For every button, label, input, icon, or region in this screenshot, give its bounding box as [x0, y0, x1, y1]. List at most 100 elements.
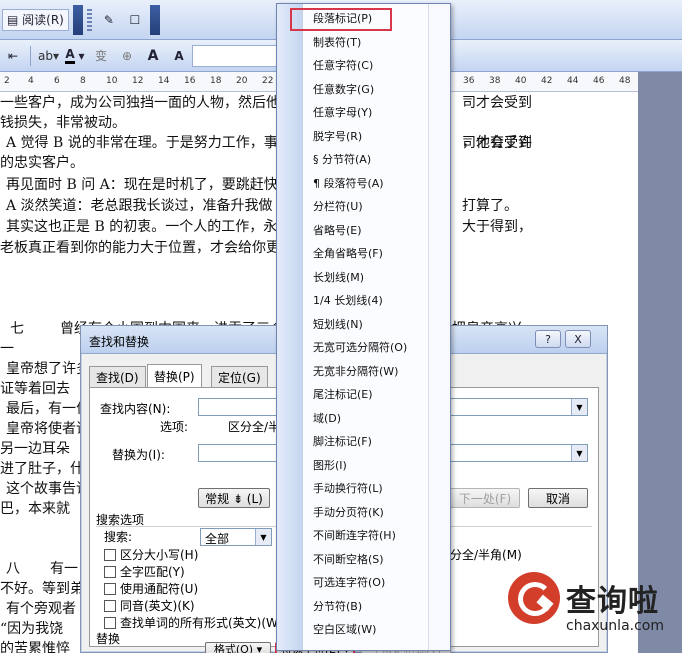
- menu-item[interactable]: § 分节符(A): [313, 150, 371, 170]
- menu-item[interactable]: 图形(I): [313, 456, 347, 476]
- doc-line: 这个故事告诉: [6, 481, 90, 497]
- ruler-tick: 22: [262, 76, 274, 86]
- phonetic-guide-button[interactable]: 变: [90, 45, 112, 67]
- ruler-tick: 40: [515, 76, 527, 86]
- menu-item[interactable]: 手动分页符(K): [313, 503, 384, 523]
- chevron-down-icon[interactable]: ▼: [255, 529, 271, 545]
- menu-side-strip: [428, 4, 450, 650]
- doc-line: 的忠实客户。: [0, 155, 84, 171]
- menu-item[interactable]: ¶ 段落符号(A): [313, 174, 384, 194]
- menu-item[interactable]: 域(D): [313, 409, 341, 429]
- doc-line: 最后，有一位: [6, 401, 90, 417]
- format-painter-icon[interactable]: ☐: [124, 9, 146, 31]
- indent-icon[interactable]: ⇤: [2, 45, 24, 67]
- menu-item[interactable]: 尾注标记(E): [313, 385, 373, 405]
- search-direction-value: 全部: [205, 532, 230, 546]
- menu-item[interactable]: 长划线(M): [313, 268, 364, 288]
- pen-icon[interactable]: ✎: [98, 9, 120, 31]
- replace-section-title: 替换: [96, 632, 121, 646]
- find-what-label: 查找内容(N):: [100, 402, 171, 416]
- style-box[interactable]: [192, 44, 282, 67]
- menu-item[interactable]: 省略号(E): [313, 221, 362, 241]
- ruler-tick: 36: [463, 76, 475, 86]
- watermark-brand: 查询啦: [566, 584, 659, 619]
- menu-item[interactable]: 无宽非分隔符(W): [313, 362, 398, 382]
- doc-line: 七: [10, 321, 24, 337]
- special-characters-menu: 段落标记(P) 制表符(T) 任意字符(C) 任意数字(G) 任意字母(Y) 脱…: [276, 3, 451, 651]
- doc-line: A 淡然笑道：老总跟我长谈过，准备升我做: [6, 198, 273, 214]
- toolbar-separator: [30, 45, 31, 66]
- menu-item[interactable]: 分栏符(U): [313, 197, 363, 217]
- menu-item[interactable]: 空白区域(W): [313, 620, 376, 640]
- logo-icon: [508, 572, 560, 624]
- menu-item[interactable]: 1/4 长划线(4): [313, 291, 383, 311]
- doc-line: “因为我饶: [0, 621, 64, 637]
- search-direction-select[interactable]: 全部 ▼: [200, 528, 272, 546]
- tab-goto[interactable]: 定位(G): [211, 366, 268, 388]
- all-word-forms-checkbox[interactable]: 查找单词的所有形式(英文)(W): [104, 614, 283, 631]
- ruler-tick: 20: [236, 76, 248, 86]
- doc-line-right: ，他有了许: [462, 135, 532, 151]
- watermark-url: chaxunla.com: [566, 618, 664, 634]
- doc-line-right: 大于得到，: [462, 219, 532, 235]
- tab-find[interactable]: 查找(D): [89, 366, 146, 388]
- toolbar-chevron-2[interactable]: [149, 4, 160, 35]
- whole-word-checkbox[interactable]: 全字匹配(Y): [104, 563, 185, 580]
- doc-line: 再见面时 B 问 A：现在是时机了，要跳赶快: [6, 177, 278, 193]
- less-options-button[interactable]: 常规 ⇟ (L): [198, 488, 270, 508]
- doc-line: 其实这也正是 B 的初衷。一个人的工作，永: [6, 219, 278, 235]
- sounds-like-checkbox[interactable]: 同音(英文)(K): [104, 597, 195, 614]
- enclose-characters-icon[interactable]: ⊕: [116, 45, 138, 67]
- font-color-button[interactable]: A ▾: [64, 45, 86, 67]
- toolbar-chevron[interactable]: [72, 4, 83, 35]
- doc-line: 另一边耳朵: [0, 441, 70, 457]
- menu-item[interactable]: 不间断连字符(H): [313, 526, 396, 546]
- ruler-tick: 44: [567, 76, 579, 86]
- menu-item[interactable]: 全角省略号(F): [313, 244, 383, 264]
- menu-item[interactable]: 短划线(N): [313, 315, 363, 335]
- match-case-checkbox[interactable]: 区分大小写(H): [104, 546, 198, 563]
- doc-line: 有个旁观者: [6, 601, 76, 617]
- doc-line: A 觉得 B 说的非常在理。于是努力工作，事: [6, 135, 278, 151]
- menu-item[interactable]: 脚注标记(F): [313, 432, 372, 452]
- shrink-font-button[interactable]: A: [168, 45, 190, 67]
- ruler-tick: 42: [541, 76, 553, 86]
- close-button[interactable]: X: [565, 330, 591, 348]
- menu-item[interactable]: 无宽可选分隔符(O): [313, 338, 407, 358]
- chevron-down-icon[interactable]: ▼: [571, 399, 587, 415]
- ruler-tick: 4: [28, 76, 34, 86]
- doc-line: 的苦累惟悴: [0, 641, 70, 653]
- ruler-tick: 6: [54, 76, 60, 86]
- tab-replace[interactable]: 替换(P): [147, 364, 202, 388]
- grow-font-button[interactable]: A: [142, 45, 164, 67]
- highlight-icon[interactable]: ab▾: [37, 45, 60, 67]
- ruler-margin: [638, 72, 682, 92]
- menu-item[interactable]: 任意字符(C): [313, 56, 373, 76]
- help-button[interactable]: ?: [535, 330, 561, 348]
- chevron-down-icon[interactable]: ▼: [571, 445, 587, 461]
- menu-item[interactable]: 可选连字符(O): [313, 573, 385, 593]
- reading-mode-button[interactable]: ▤ 阅读(R): [2, 8, 69, 31]
- doc-line: 皇帝想了许多: [6, 361, 90, 377]
- menu-item[interactable]: 脱字号(R): [313, 127, 362, 147]
- find-next-button[interactable]: 下一处(F): [450, 488, 520, 508]
- reading-mode-label: 阅读(R): [22, 13, 64, 27]
- menu-item[interactable]: 分节符(B): [313, 597, 362, 617]
- menu-item[interactable]: 任意数字(G): [313, 80, 374, 100]
- cancel-button[interactable]: 取消: [528, 488, 588, 508]
- menu-item[interactable]: 手动换行符(L): [313, 479, 383, 499]
- menu-gutter: [277, 4, 303, 650]
- menu-item[interactable]: 任意字母(Y): [313, 103, 372, 123]
- format-button[interactable]: 格式(O) ▾: [205, 642, 271, 653]
- highlight-box: [290, 8, 392, 31]
- menu-item[interactable]: 制表符(T): [313, 33, 361, 53]
- watermark: 查询啦 chaxunla.com: [508, 570, 678, 650]
- ruler-tick: 18: [210, 76, 222, 86]
- menu-item[interactable]: 不间断空格(S): [313, 550, 384, 570]
- ruler-tick: 14: [158, 76, 170, 86]
- wildcards-checkbox[interactable]: 使用通配符(U): [104, 580, 198, 597]
- reading-icon: ▤: [7, 12, 23, 27]
- toolbar-grip[interactable]: [86, 8, 92, 31]
- doc-line: 八: [6, 561, 20, 577]
- search-direction-label: 搜索:: [104, 530, 133, 544]
